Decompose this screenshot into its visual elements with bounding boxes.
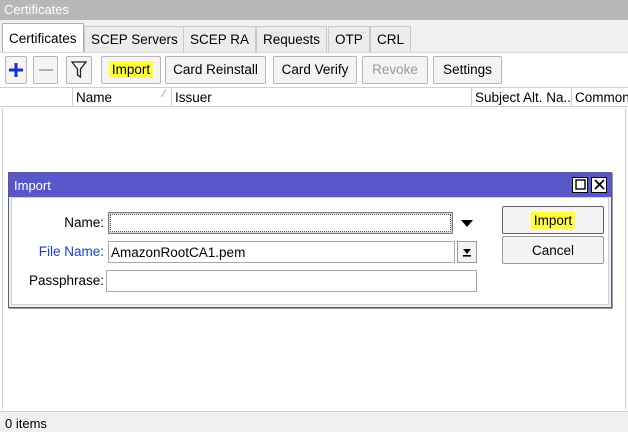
column-issuer[interactable]: Issuer	[172, 88, 472, 107]
table-header: Name ⁄ Issuer Subject Alt. Na... Common	[0, 87, 628, 107]
column-name-label: Name	[76, 90, 113, 105]
tab-certificates[interactable]: Certificates	[2, 23, 84, 53]
import-toolbar-button[interactable]: Import	[101, 56, 161, 84]
item-count: 0 items	[5, 416, 47, 431]
passphrase-label: Passphrase:	[28, 273, 104, 288]
close-icon[interactable]	[591, 177, 607, 193]
tab-bar: Certificates SCEP Servers SCEP RA Reques…	[0, 20, 628, 53]
maximize-icon[interactable]	[572, 177, 588, 193]
file-name-expand-button[interactable]	[457, 241, 477, 263]
card-reinstall-button[interactable]: Card Reinstall	[165, 56, 266, 84]
name-dropdown[interactable]	[108, 212, 453, 234]
dialog-title: Import	[14, 178, 51, 193]
plus-icon	[9, 63, 23, 77]
status-bar: 0 items	[0, 411, 628, 432]
add-button[interactable]	[5, 56, 27, 84]
import-dialog: Import Name: File Name: AmazonRootCA1.pe…	[8, 172, 612, 308]
file-name-field[interactable]: AmazonRootCA1.pem	[108, 241, 455, 263]
chevron-down-icon[interactable]	[461, 220, 473, 227]
arrow-down-icon	[463, 249, 471, 257]
revoke-button[interactable]: Revoke	[362, 56, 428, 84]
column-common[interactable]: Common	[572, 88, 628, 107]
tab-crl[interactable]: CRL	[370, 26, 412, 52]
settings-button[interactable]: Settings	[433, 56, 502, 84]
import-button-label: Import	[530, 212, 576, 229]
remove-button[interactable]	[33, 56, 58, 84]
passphrase-field[interactable]	[106, 270, 477, 292]
file-name-label[interactable]: File Name:	[12, 244, 104, 259]
tab-requests[interactable]: Requests	[256, 26, 328, 52]
name-label: Name:	[64, 215, 104, 230]
tab-otp[interactable]: OTP	[328, 26, 370, 52]
tab-scep-ra[interactable]: SCEP RA	[183, 26, 257, 52]
window-title: Certificates	[0, 0, 628, 20]
column-subject-alt-name[interactable]: Subject Alt. Na...	[472, 88, 572, 107]
filter-button[interactable]	[66, 56, 92, 84]
toolbar: Import Card Reinstall Card Verify Revoke…	[0, 52, 628, 86]
import-button[interactable]: Import	[502, 206, 604, 234]
column-name[interactable]: Name ⁄	[73, 88, 172, 107]
import-label: Import	[108, 61, 154, 78]
dialog-body: Name: File Name: AmazonRootCA1.pem Passp…	[11, 197, 609, 305]
cancel-button[interactable]: Cancel	[502, 236, 604, 264]
minus-icon	[38, 69, 53, 71]
sort-icon: ⁄	[163, 88, 165, 100]
filter-icon	[70, 61, 88, 79]
tab-scep-servers[interactable]: SCEP Servers	[84, 26, 185, 52]
column-flags[interactable]	[0, 88, 73, 107]
dialog-title-bar[interactable]: Import	[9, 173, 611, 197]
card-verify-button[interactable]: Card Verify	[273, 56, 357, 84]
